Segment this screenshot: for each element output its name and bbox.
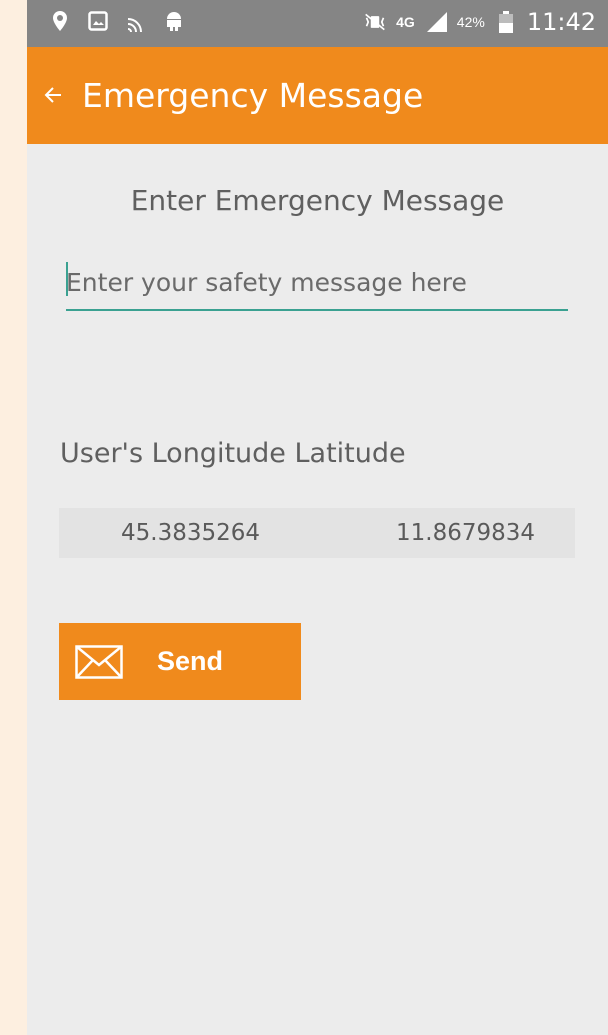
vibrate-icon (364, 11, 386, 33)
latitude-value: 11.8679834 (396, 520, 536, 546)
form-heading: Enter Emergency Message (130, 184, 505, 217)
coordinates-row: 45.3835264 11.8679834 (59, 508, 575, 558)
envelope-icon (75, 645, 123, 679)
text-cursor (66, 262, 68, 296)
battery-icon (495, 11, 517, 33)
arrow-left-icon[interactable] (41, 81, 69, 109)
status-bar: 4G 42% 11:42 (27, 0, 608, 47)
android-icon (163, 10, 185, 32)
network-type: 4G (396, 14, 415, 30)
page-title: Emergency Message (82, 76, 424, 115)
image-icon (87, 10, 109, 32)
phone-screen: 4G 42% 11:42 Emergency Message Enter Eme… (27, 0, 608, 1035)
app-bar: Emergency Message (27, 47, 608, 144)
signal-icon (425, 11, 447, 33)
clock: 11:42 (526, 8, 596, 36)
send-button-label: Send (157, 646, 224, 676)
cast-icon (125, 10, 147, 32)
send-button[interactable]: Send (59, 623, 301, 700)
location-label: User's Longitude Latitude (60, 438, 406, 469)
longitude-value: 45.3835264 (121, 520, 261, 546)
location-icon (49, 10, 71, 32)
safety-message-input[interactable] (66, 255, 568, 311)
battery-percent: 42% (456, 14, 485, 30)
